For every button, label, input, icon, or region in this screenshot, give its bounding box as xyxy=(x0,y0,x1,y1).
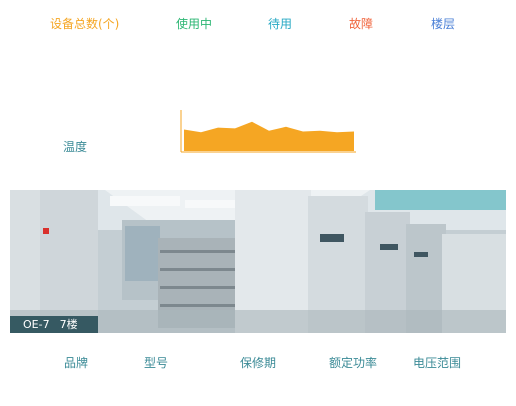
property-model: 型号 xyxy=(144,356,169,370)
property-brand: 品牌 xyxy=(64,356,89,370)
stat-total-devices: 设备总数(个) xyxy=(50,17,120,31)
property-rated-power: 额定功率 xyxy=(329,356,378,370)
stat-in-use: 使用中 xyxy=(176,17,213,31)
device-photo-caption: OE-7 7楼 xyxy=(10,316,98,333)
device-floor: 7楼 xyxy=(59,318,78,331)
device-room-photo[interactable]: OE-7 7楼 xyxy=(10,190,506,333)
temperature-area xyxy=(184,121,354,151)
server-room-image xyxy=(10,190,506,333)
device-code: OE-7 xyxy=(23,318,50,331)
temperature-label: 温度 xyxy=(63,140,88,154)
property-warranty: 保修期 xyxy=(240,356,277,370)
stat-fault: 故障 xyxy=(349,17,374,31)
stat-floor: 楼层 xyxy=(431,17,456,31)
stat-standby: 待用 xyxy=(268,17,293,31)
temperature-sparkline xyxy=(180,110,356,153)
property-voltage-range: 电压范围 xyxy=(413,356,462,370)
